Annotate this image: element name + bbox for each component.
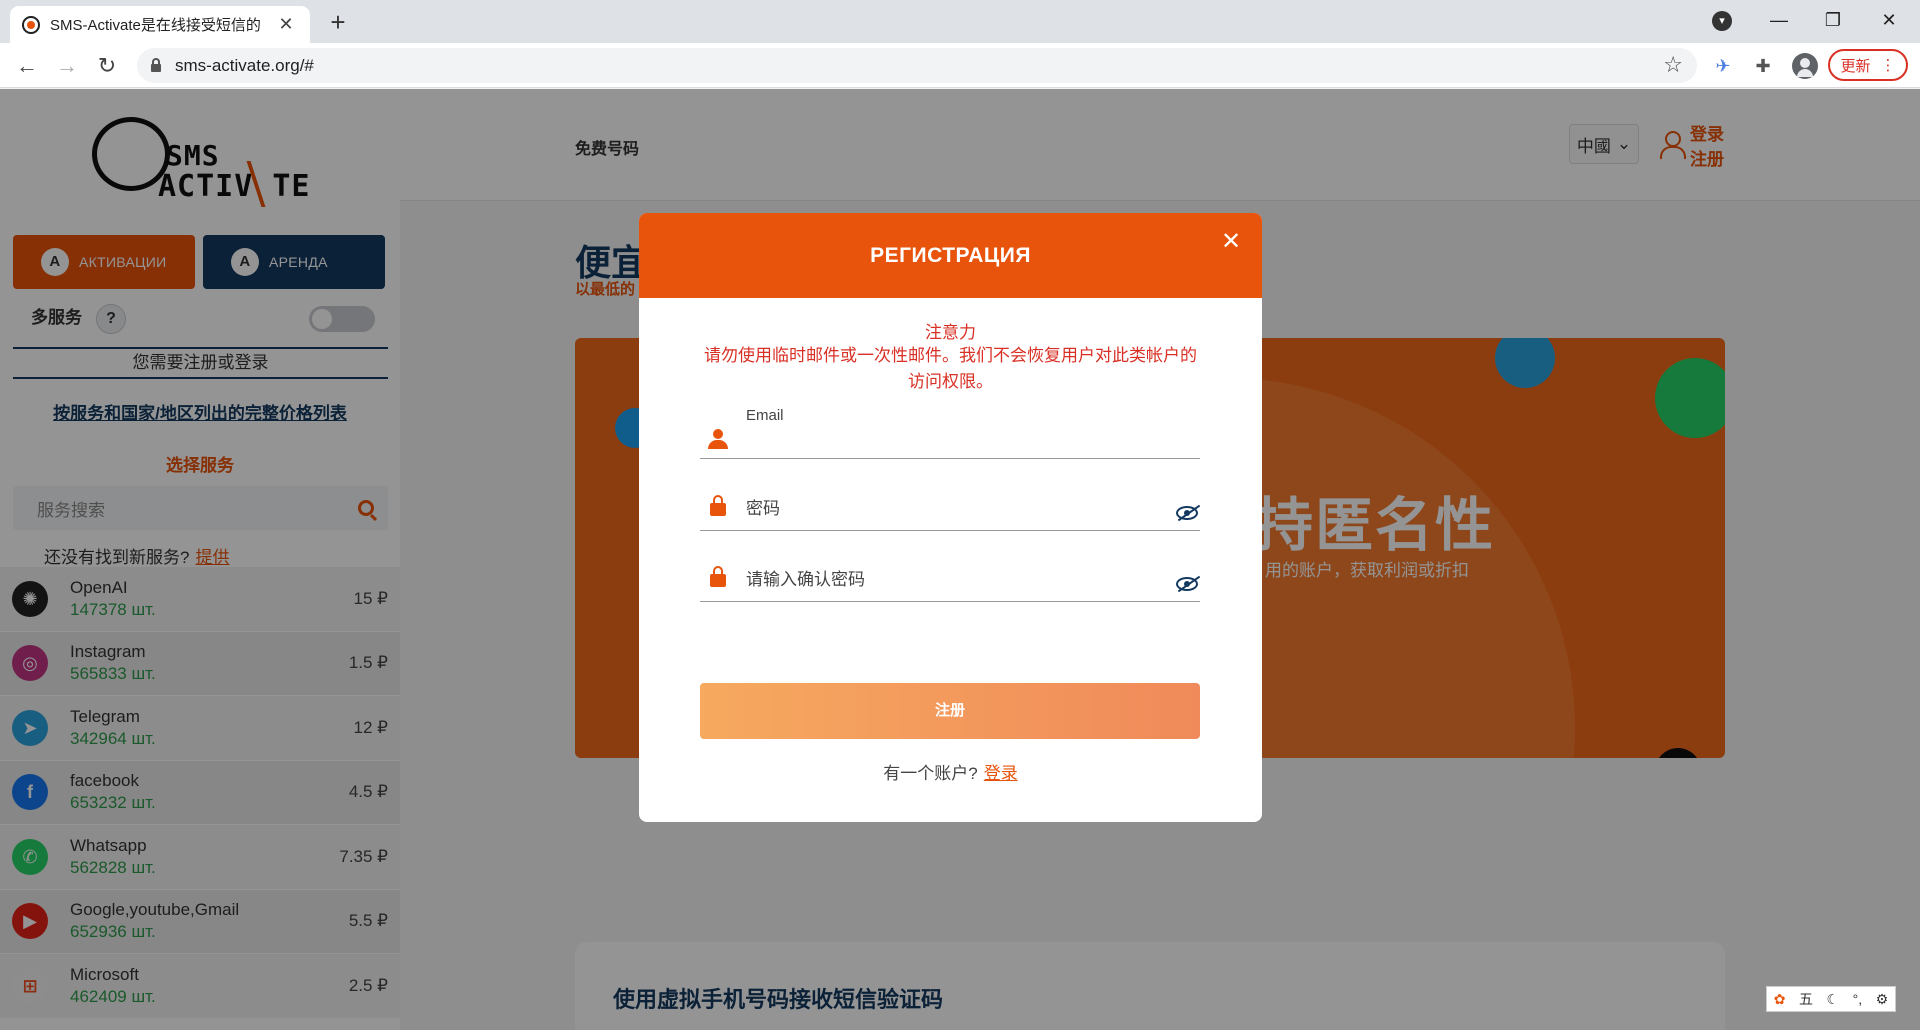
profile-avatar-icon[interactable] [1792, 53, 1818, 79]
close-icon[interactable]: ✕ [1216, 227, 1246, 257]
password-field[interactable] [700, 475, 1200, 531]
browser-toolbar: ← → ↻ sms-activate.org/# ☆ ✈ ✚ 更新 ⋮ [0, 43, 1920, 88]
lock-icon [151, 57, 161, 72]
person-icon [708, 429, 728, 449]
tab-search-icon[interactable]: ▾ [1712, 11, 1732, 31]
lock-icon [710, 566, 726, 587]
modal-header: РЕГИСТРАЦИЯ ✕ [639, 213, 1262, 298]
have-account-label: 有一个账户? [883, 764, 978, 783]
browser-tab[interactable]: SMS-Activate是在线接受短信的 ✕ [10, 6, 310, 43]
forward-arrow-icon[interactable]: → [52, 51, 82, 81]
ime-punct-icon[interactable]: °, [1853, 991, 1863, 1007]
url-text: sms-activate.org/# [175, 55, 314, 75]
reload-icon[interactable]: ↻ [92, 51, 122, 81]
site-favicon-icon [22, 15, 40, 34]
extension-bird-icon[interactable]: ✈ [1710, 53, 1736, 79]
email-field[interactable]: Email [700, 403, 1200, 459]
have-account-text: 有一个账户? 登录 [639, 759, 1262, 784]
email-label: Email [746, 407, 784, 424]
modal-login-link[interactable]: 登录 [984, 764, 1018, 783]
password-input[interactable] [746, 496, 1146, 522]
confirm-password-field[interactable] [700, 546, 1200, 602]
email-input[interactable] [746, 424, 1146, 450]
new-tab-button[interactable]: + [322, 6, 354, 38]
lock-icon [710, 495, 726, 516]
update-label: 更新 [1840, 57, 1871, 75]
ime-moon-icon[interactable]: ☾ [1827, 991, 1840, 1008]
confirm-password-input[interactable] [746, 567, 1146, 593]
ime-settings-icon[interactable]: ⚙ [1876, 991, 1889, 1008]
tab-title: SMS-Activate是在线接受短信的 [50, 17, 261, 34]
web-page: SMS ACTIV TE АКТИВАЦИИ АРЕНДА 多服务 ? 您需要注… [0, 89, 1920, 1030]
window-close-button[interactable]: ✕ [1866, 0, 1912, 40]
warning-text: 请勿使用临时邮件或一次性邮件。我们不会恢复用户对此类帐户的访问权限。 [704, 346, 1197, 391]
back-arrow-icon[interactable]: ← [12, 51, 42, 81]
address-bar[interactable]: sms-activate.org/# ☆ [137, 48, 1697, 83]
bookmark-star-icon[interactable]: ☆ [1663, 52, 1683, 78]
eye-slash-icon[interactable] [1176, 506, 1198, 520]
more-menu-icon: ⋮ [1880, 57, 1896, 74]
update-button[interactable]: 更新 ⋮ [1828, 49, 1908, 81]
modal-title: РЕГИСТРАЦИЯ [870, 244, 1031, 267]
minimize-button[interactable]: — [1756, 0, 1802, 40]
eye-slash-icon[interactable] [1176, 577, 1198, 591]
registration-modal: РЕГИСТРАЦИЯ ✕ 注意力 请勿使用临时邮件或一次性邮件。我们不会恢复用… [639, 213, 1262, 822]
ime-paw-icon[interactable]: ✿ [1774, 991, 1786, 1008]
warning-title: 注意力 [925, 323, 976, 342]
register-submit-button[interactable]: 注册 [700, 683, 1200, 739]
tab-close-icon[interactable]: ✕ [274, 14, 298, 35]
extensions-puzzle-icon[interactable]: ✚ [1750, 53, 1776, 79]
ime-toolbar[interactable]: ✿ 五 ☾ °, ⚙ [1766, 986, 1896, 1012]
ime-mode[interactable]: 五 [1799, 989, 1813, 1009]
maximize-button[interactable]: ❐ [1810, 0, 1856, 40]
browser-tab-strip: SMS-Activate是在线接受短信的 ✕ + ▾ — ❐ ✕ [0, 0, 1920, 43]
